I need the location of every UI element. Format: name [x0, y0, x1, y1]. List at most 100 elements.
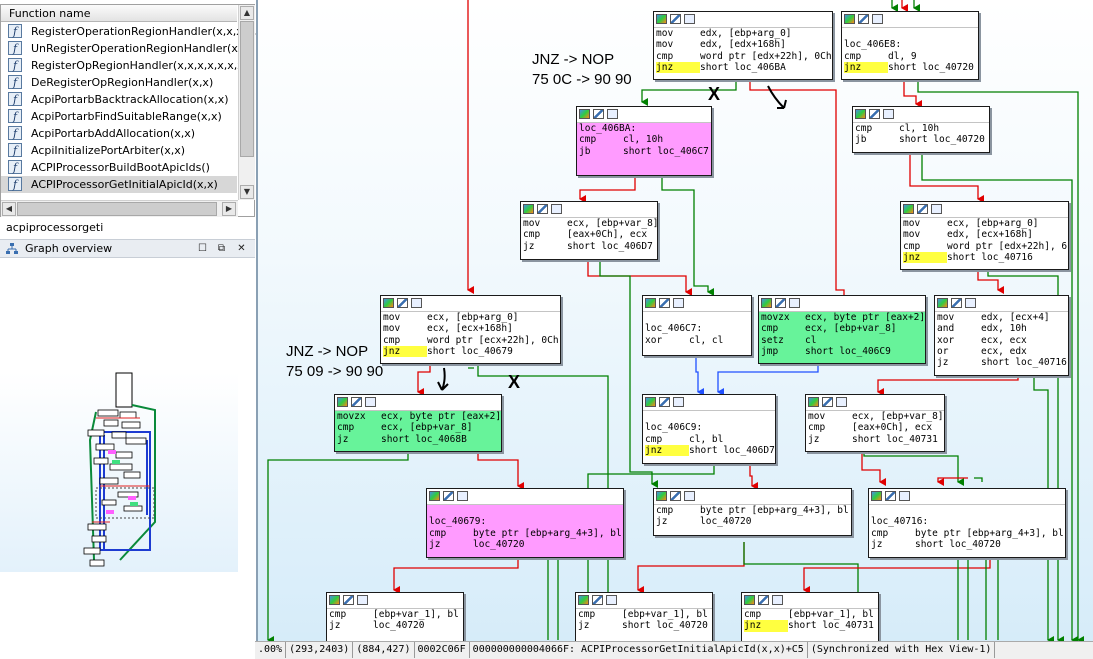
node-edit-icon[interactable]: [670, 491, 681, 501]
node-rename-icon[interactable]: [789, 298, 800, 308]
function-list-item[interactable]: f RegisterOpRegionHandler(x,x,x,x,x,x,x): [1, 57, 248, 74]
function-list-item[interactable]: f ACPIProcessorGetInitialApicId(x,x): [1, 176, 237, 193]
function-list-item[interactable]: f AcpiPortarbBacktrackAllocation(x,x): [1, 91, 237, 108]
float-window-icon[interactable]: ⧉: [215, 242, 228, 255]
horizontal-scrollbar[interactable]: ◀ ▶: [1, 200, 238, 217]
scroll-thumb[interactable]: [240, 21, 254, 157]
node-color-icon[interactable]: [844, 14, 855, 24]
code-block[interactable]: loc_406E8: cmp dl, 9 jnz short loc_40720: [841, 11, 979, 80]
scroll-right-icon[interactable]: ▶: [222, 202, 236, 216]
function-list-item[interactable]: f DeRegisterOpRegionHandler(x,x): [1, 74, 237, 91]
node-edit-icon[interactable]: [951, 298, 962, 308]
scroll-up-icon[interactable]: ▲: [240, 6, 254, 20]
node-rename-icon[interactable]: [607, 109, 618, 119]
scroll-thumb-horizontal[interactable]: [17, 202, 217, 216]
node-rename-icon[interactable]: [965, 298, 976, 308]
code-block[interactable]: cmp cl, 10h jb short loc_40720: [852, 106, 990, 153]
node-edit-icon[interactable]: [537, 204, 548, 214]
node-edit-icon[interactable]: [443, 491, 454, 501]
node-rename-icon[interactable]: [673, 397, 684, 407]
code-block[interactable]: cmp [ebp+var_1], bl jnz short loc_40731: [741, 592, 879, 641]
node-color-icon[interactable]: [903, 204, 914, 214]
node-color-icon[interactable]: [645, 397, 656, 407]
code-block[interactable]: loc_406C7: xor cl, cl: [642, 295, 752, 356]
scroll-down-icon[interactable]: ▼: [240, 185, 254, 199]
code-block-highlighted-pink[interactable]: loc_40679: cmp byte ptr [ebp+arg_4+3], bl j…: [426, 488, 624, 558]
node-rename-icon[interactable]: [899, 491, 910, 501]
code-block[interactable]: cmp byte ptr [ebp+arg_4+3], bl jz loc_40720: [653, 488, 852, 536]
function-list-item[interactable]: f ACPIProcessorBuildBootApicIds(): [1, 159, 237, 176]
node-edit-icon[interactable]: [343, 595, 354, 605]
node-color-icon[interactable]: [855, 109, 866, 119]
node-rename-icon[interactable]: [365, 397, 376, 407]
function-name-column-header[interactable]: Function name: [1, 5, 237, 22]
node-rename-icon[interactable]: [606, 595, 617, 605]
node-rename-icon[interactable]: [931, 204, 942, 214]
scroll-left-icon[interactable]: ◀: [2, 202, 16, 216]
node-rename-icon[interactable]: [883, 109, 894, 119]
code-block-highlighted-green[interactable]: movzx ecx, byte ptr [eax+2] cmp ecx, [ebp+v…: [334, 394, 502, 452]
code-block[interactable]: mov ecx, [ebp+var_8] cmp [eax+0Ch], ecx jz sh…: [805, 394, 945, 452]
code-block[interactable]: mov ecx, [ebp+arg_0] mov ecx, [ecx+168h] cmp…: [380, 295, 561, 364]
node-color-icon[interactable]: [744, 595, 755, 605]
node-color-icon[interactable]: [808, 397, 819, 407]
function-list-item[interactable]: f RegisterOperationRegionHandler(x,x,x,x,…: [1, 23, 277, 40]
node-rename-icon[interactable]: [551, 204, 562, 214]
node-rename-icon[interactable]: [457, 491, 468, 501]
node-color-icon[interactable]: [579, 109, 590, 119]
code-block[interactable]: mov ecx, [ebp+arg_0] mov edx, [ecx+168h] cmp…: [900, 201, 1069, 270]
node-rename-icon[interactable]: [772, 595, 783, 605]
node-color-icon[interactable]: [761, 298, 772, 308]
node-color-icon[interactable]: [329, 595, 340, 605]
node-rename-icon[interactable]: [357, 595, 368, 605]
node-edit-icon[interactable]: [659, 397, 670, 407]
node-rename-icon[interactable]: [673, 298, 684, 308]
function-list-item[interactable]: f AcpiInitializePortArbiter(x,x): [1, 142, 237, 159]
node-color-icon[interactable]: [578, 595, 589, 605]
node-rename-icon[interactable]: [836, 397, 847, 407]
node-rename-icon[interactable]: [872, 14, 883, 24]
node-edit-icon[interactable]: [885, 491, 896, 501]
node-edit-icon[interactable]: [670, 14, 681, 24]
graph-view[interactable]: mov edx, [ebp+arg_0] mov edx, [edx+168h] cmp…: [256, 0, 1093, 641]
node-edit-icon[interactable]: [592, 595, 603, 605]
code-block[interactable]: loc_406C9: cmp cl, bl jnz short loc_406D7: [642, 394, 776, 464]
code-block-highlighted-green[interactable]: movzx ecx, byte ptr [eax+2] cmp ecx, [ebp+v…: [758, 295, 926, 364]
node-edit-icon[interactable]: [917, 204, 928, 214]
node-edit-icon[interactable]: [659, 298, 670, 308]
node-color-icon[interactable]: [656, 491, 667, 501]
function-list-item[interactable]: f AcpiPortarbAddAllocation(x,x): [1, 125, 237, 142]
node-color-icon[interactable]: [937, 298, 948, 308]
close-icon[interactable]: ✕: [235, 242, 248, 255]
graph-overview-canvas[interactable]: [0, 260, 238, 572]
node-edit-icon[interactable]: [397, 298, 408, 308]
code-block[interactable]: mov ecx, [ebp+var_8] cmp [eax+0Ch], ecx jz sh…: [520, 201, 658, 260]
node-color-icon[interactable]: [523, 204, 534, 214]
node-color-icon[interactable]: [383, 298, 394, 308]
node-color-icon[interactable]: [337, 397, 348, 407]
node-color-icon[interactable]: [429, 491, 440, 501]
node-edit-icon[interactable]: [822, 397, 833, 407]
node-edit-icon[interactable]: [758, 595, 769, 605]
node-edit-icon[interactable]: [858, 14, 869, 24]
node-color-icon[interactable]: [656, 14, 667, 24]
code-block[interactable]: mov edx, [ebp+arg_0] mov edx, [edx+168h] cmp…: [653, 11, 833, 80]
restore-icon[interactable]: ☐: [196, 242, 209, 255]
function-list-item[interactable]: f AcpiPortarbFindSuitableRange(x,x): [1, 108, 237, 125]
node-rename-icon[interactable]: [684, 14, 695, 24]
code-block[interactable]: mov edx, [ecx+4] and edx, 10h xor ecx, ecx or e…: [934, 295, 1069, 376]
node-rename-icon[interactable]: [411, 298, 422, 308]
node-edit-icon[interactable]: [775, 298, 786, 308]
node-edit-icon[interactable]: [869, 109, 880, 119]
node-edit-icon[interactable]: [351, 397, 362, 407]
node-color-icon[interactable]: [871, 491, 882, 501]
code-block[interactable]: cmp [ebp+var_1], bl jz loc_40720: [326, 592, 464, 641]
code-block-highlighted-pink[interactable]: loc_406BA: cmp cl, 10h jb short loc_406C7: [576, 106, 712, 176]
code-block[interactable]: loc_40716: cmp byte ptr [ebp+arg_4+3], bl j…: [868, 488, 1066, 558]
node-color-icon[interactable]: [645, 298, 656, 308]
code-block[interactable]: cmp [ebp+var_1], bl jz short loc_40720: [575, 592, 713, 641]
node-rename-icon[interactable]: [684, 491, 695, 501]
node-edit-icon[interactable]: [593, 109, 604, 119]
function-list-item[interactable]: f UnRegisterOperationRegionHandler(x,x): [1, 40, 252, 57]
vertical-scrollbar[interactable]: ▲ ▼: [238, 5, 255, 200]
